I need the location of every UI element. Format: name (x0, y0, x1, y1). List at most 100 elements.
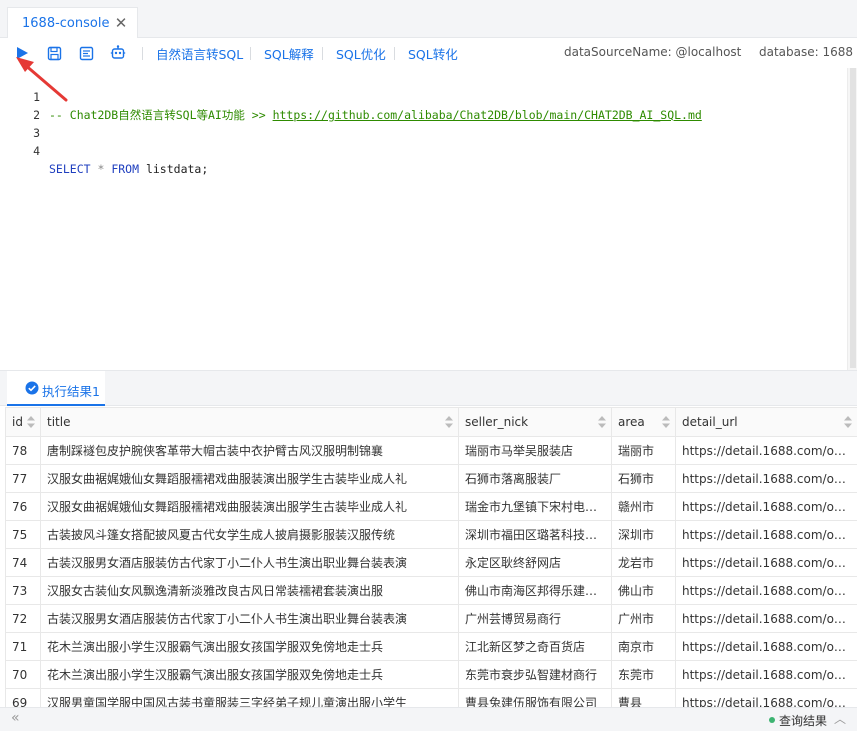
column-label: area (618, 415, 645, 429)
table-row[interactable]: 70 花木兰演出服小学生汉服霸气演出服女孩国学服双免傍地走士兵 东莞市衰步弘智建材商… (5, 660, 857, 689)
cell-id[interactable]: 70 (5, 660, 41, 689)
sort-icon[interactable] (27, 416, 35, 428)
cell-id[interactable]: 71 (5, 632, 41, 661)
cell-title[interactable]: 汉服男童国学服中国风古装书童服装三字经弟子规儿童演出服小学生 (40, 688, 459, 707)
table-row[interactable]: 77 汉服女曲裾娓娥仙女舞蹈服襦裙戏曲服装演出服学生古装毕业成人礼 石狮市落离服装厂… (5, 464, 857, 493)
robot-icon[interactable] (108, 43, 128, 63)
tab-result-1[interactable]: 执行结果1 (7, 371, 105, 406)
cell-title[interactable]: 古装披风斗篷女搭配披风夏古代女学生成人披肩摄影服装汉服传统 (40, 520, 459, 549)
column-header-area[interactable]: area (611, 407, 676, 437)
cell-area[interactable]: 广州市 (611, 604, 676, 633)
save-icon[interactable] (44, 43, 64, 63)
cell-seller-nick[interactable]: 瑞金市九堡镇下宋村电商… (458, 492, 612, 521)
table-row[interactable]: 76 汉服女曲裾娓娥仙女舞蹈服襦裙戏曲服装演出服学生古装毕业成人礼 瑞金市九堡镇下宋… (5, 492, 857, 521)
result-table: id title seller_nick area detail_url 78 唐… (5, 407, 857, 707)
sql-operator: * (90, 162, 112, 176)
cell-detail-url[interactable]: https://detail.1688.com/offer/… (675, 492, 857, 521)
cell-seller-nick[interactable]: 曹县兔建伍服饰有限公司 (458, 688, 612, 707)
cell-seller-nick[interactable]: 江北新区梦之奇百货店 (458, 632, 612, 661)
cell-area[interactable]: 石狮市 (611, 464, 676, 493)
tab-title[interactable]: 1688-console (22, 16, 109, 31)
tab-console[interactable]: 1688-console ✕ (7, 7, 138, 39)
cell-title[interactable]: 古装汉服男女酒店服装仿古代家丁小二仆人书生演出职业舞台装表演 (40, 604, 459, 633)
play-icon[interactable] (12, 43, 32, 63)
cell-title[interactable]: 汉服女曲裾娓娥仙女舞蹈服襦裙戏曲服装演出服学生古装毕业成人礼 (40, 464, 459, 493)
sql-explain-button[interactable]: SQL解释 (264, 44, 314, 63)
cell-area[interactable]: 东莞市 (611, 660, 676, 689)
data-source-name: dataSourceName: @localhost (564, 45, 742, 59)
cell-area[interactable]: 南京市 (611, 632, 676, 661)
cell-seller-nick[interactable]: 广州芸博贸易商行 (458, 604, 612, 633)
cell-seller-nick[interactable]: 深圳市福田区璐茗科技商行 (458, 520, 612, 549)
cell-detail-url[interactable]: https://detail.1688.com/offer/… (675, 464, 857, 493)
cell-area[interactable]: 佛山市 (611, 576, 676, 605)
code-line: SELECT * FROM listdata; (49, 160, 208, 178)
query-result-status[interactable]: 查询结果 (779, 712, 827, 729)
cell-area[interactable]: 龙岩市 (611, 548, 676, 577)
nl-to-sql-button[interactable]: 自然语言转SQL (156, 44, 243, 63)
sql-optimize-button[interactable]: SQL优化 (336, 44, 386, 63)
sql-editor[interactable]: 1 -- Chat2DB自然语言转SQL等AI功能 >> https://git… (0, 68, 857, 370)
table-row[interactable]: 72 古装汉服男女酒店服装仿古代家丁小二仆人书生演出职业舞台装表演 广州芸博贸易商行… (5, 604, 857, 633)
chevron-up-icon[interactable]: ︿ (834, 710, 846, 727)
cell-area[interactable]: 赣州市 (611, 492, 676, 521)
collapse-left-icon[interactable]: « (11, 710, 20, 726)
table-row[interactable]: 69 汉服男童国学服中国风古装书童服装三字经弟子规儿童演出服小学生 曹县兔建伍服饰有… (5, 688, 857, 707)
cell-area[interactable]: 瑞丽市 (611, 436, 676, 465)
sort-icon[interactable] (844, 416, 852, 428)
tab-bar: 1688-console ✕ (0, 0, 857, 39)
column-header-seller-nick[interactable]: seller_nick (458, 407, 612, 437)
cell-id[interactable]: 76 (5, 492, 41, 521)
cell-id[interactable]: 72 (5, 604, 41, 633)
cell-title[interactable]: 花木兰演出服小学生汉服霸气演出服女孩国学服双免傍地走士兵 (40, 660, 459, 689)
result-tab-bar: 执行结果1 (0, 370, 857, 406)
cell-id[interactable]: 69 (5, 688, 41, 707)
table-row[interactable]: 78 唐制踩襚包皮护腕侠客革带大帽古装中衣护臂古风汉服明制锦襄 瑞丽市马举吴服装店瑞… (5, 436, 857, 465)
cell-title[interactable]: 花木兰演出服小学生汉服霸气演出服女孩国学服双免傍地走士兵 (40, 632, 459, 661)
cell-title[interactable]: 古装汉服男女酒店服装仿古代家丁小二仆人书生演出职业舞台装表演 (40, 548, 459, 577)
cell-seller-nick[interactable]: 佛山市南海区邦得乐建材… (458, 576, 612, 605)
column-header-title[interactable]: title (40, 407, 459, 437)
cell-area[interactable]: 曹县 (611, 688, 676, 707)
close-icon[interactable]: ✕ (113, 14, 129, 32)
editor-line: 1 -- Chat2DB自然语言转SQL等AI功能 >> https://git… (0, 70, 845, 122)
sort-icon[interactable] (662, 416, 670, 428)
cell-id[interactable]: 73 (5, 576, 41, 605)
table-row[interactable]: 74 古装汉服男女酒店服装仿古代家丁小二仆人书生演出职业舞台装表演 永定区耿终舒网店… (5, 548, 857, 577)
cell-title[interactable]: 汉服女古装仙女风飘逸清新淡雅改良古风日常装襦裙套装演出服 (40, 576, 459, 605)
column-label: title (47, 415, 71, 429)
cell-area[interactable]: 深圳市 (611, 520, 676, 549)
cell-id[interactable]: 77 (5, 464, 41, 493)
cell-detail-url[interactable]: https://detail.1688.com/offer/… (675, 436, 857, 465)
editor-scrollbar[interactable] (847, 68, 857, 370)
cell-detail-url[interactable]: https://detail.1688.com/offer/… (675, 604, 857, 633)
table-row[interactable]: 73 汉服女古装仙女风飘逸清新淡雅改良古风日常装襦裙套装演出服 佛山市南海区邦得乐建… (5, 576, 857, 605)
table-row[interactable]: 71 花木兰演出服小学生汉服霸气演出服女孩国学服双免傍地走士兵 江北新区梦之奇百货店… (5, 632, 857, 661)
cell-seller-nick[interactable]: 东莞市衰步弘智建材商行 (458, 660, 612, 689)
sql-text: listdata; (139, 162, 209, 176)
cell-detail-url[interactable]: https://detail.1688.com/offer/… (675, 520, 857, 549)
toolbar-divider (322, 47, 323, 60)
cell-detail-url[interactable]: https://detail.1688.com/offer/… (675, 548, 857, 577)
sort-icon[interactable] (445, 416, 453, 428)
sql-keyword: SELECT (49, 162, 91, 176)
cell-id[interactable]: 78 (5, 436, 41, 465)
cell-id[interactable]: 74 (5, 548, 41, 577)
cell-detail-url[interactable]: https://detail.1688.com/offer/… (675, 688, 857, 707)
cell-title[interactable]: 唐制踩襚包皮护腕侠客革带大帽古装中衣护臂古风汉服明制锦襄 (40, 436, 459, 465)
sort-icon[interactable] (598, 416, 606, 428)
cell-seller-nick[interactable]: 瑞丽市马举吴服装店 (458, 436, 612, 465)
column-header-detail-url[interactable]: detail_url (675, 407, 857, 437)
cell-seller-nick[interactable]: 石狮市落离服装厂 (458, 464, 612, 493)
sql-convert-button[interactable]: SQL转化 (408, 44, 458, 63)
cell-detail-url[interactable]: https://detail.1688.com/offer/… (675, 632, 857, 661)
scrollbar-thumb[interactable] (850, 68, 856, 368)
cell-id[interactable]: 75 (5, 520, 41, 549)
column-header-id[interactable]: id (5, 407, 41, 437)
format-icon[interactable] (76, 43, 96, 63)
table-row[interactable]: 75 古装披风斗篷女搭配披风夏古代女学生成人披肩摄影服装汉服传统 深圳市福田区璐茗科… (5, 520, 857, 549)
cell-seller-nick[interactable]: 永定区耿终舒网店 (458, 548, 612, 577)
cell-detail-url[interactable]: https://detail.1688.com/offer/… (675, 660, 857, 689)
cell-title[interactable]: 汉服女曲裾娓娥仙女舞蹈服襦裙戏曲服装演出服学生古装毕业成人礼 (40, 492, 459, 521)
cell-detail-url[interactable]: https://detail.1688.com/offer/… (675, 576, 857, 605)
